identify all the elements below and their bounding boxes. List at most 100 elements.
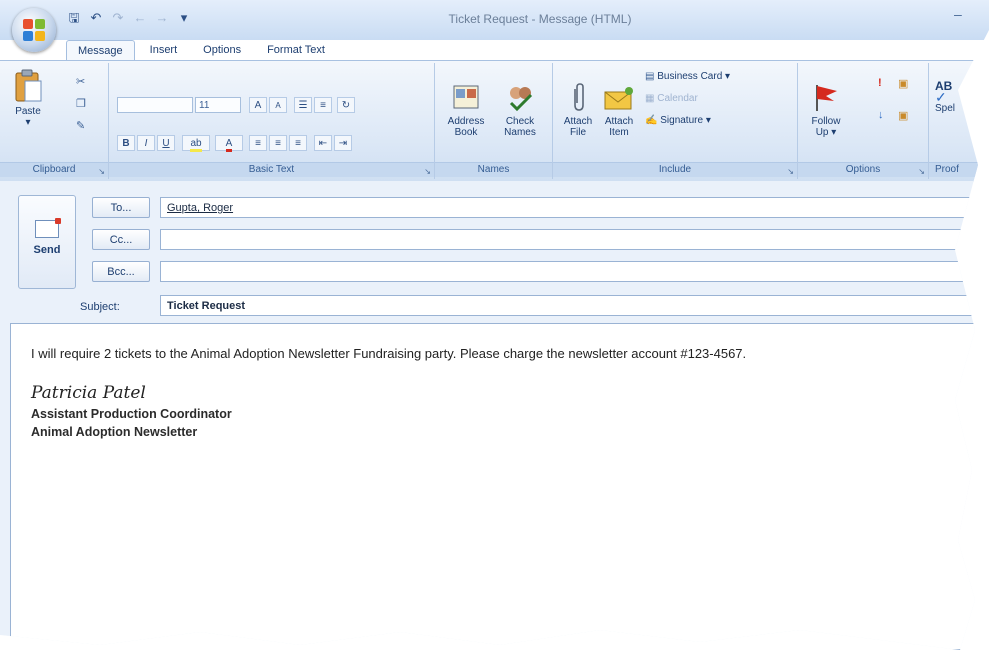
minimize-button[interactable]: – (954, 6, 962, 22)
font-name-combo[interactable] (117, 97, 193, 113)
check-names-label-2: Names (504, 127, 536, 138)
high-importance-icon[interactable]: ! (878, 77, 882, 89)
message-text: I will require 2 tickets to the Animal A… (31, 346, 747, 361)
office-button[interactable] (12, 8, 56, 52)
clipboard-group: Paste ▾ ✂ ❐ ✎ Clipboard ↘ (0, 63, 109, 179)
names-group: Address Book Check Names Names (435, 63, 553, 179)
to-button[interactable]: To... (92, 197, 150, 218)
address-book-icon (453, 85, 479, 109)
signature-organization: Animal Adoption Newsletter (31, 425, 198, 439)
grow-font-button[interactable]: A (249, 97, 267, 113)
save-icon[interactable]: 🖫 (66, 10, 82, 26)
signature-name: Patricia Patel (31, 383, 146, 403)
business-card-icon: ▤ (645, 71, 655, 82)
signature-label: Signature (660, 115, 704, 126)
message-body[interactable]: I will require 2 tickets to the Animal A… (10, 323, 989, 650)
attach-item-label-1: Attach (604, 116, 634, 127)
subject-field[interactable]: Ticket Request (160, 295, 989, 316)
follow-up-label-2: Up ▾ (815, 127, 837, 138)
quick-access-toolbar: 🖫 ↶ ↷ ← → ▾ (66, 9, 192, 27)
redo-icon[interactable]: ↷ (110, 10, 126, 26)
to-recipient[interactable]: Gupta, Roger (167, 202, 233, 214)
options-group-label: Options (798, 162, 928, 177)
next-icon[interactable]: → (154, 10, 170, 26)
previous-icon[interactable]: ← (132, 10, 148, 26)
signature-button[interactable]: ✍ Signature ▾ (645, 115, 711, 126)
paste-button[interactable]: Paste ▾ (8, 69, 48, 128)
flag-icon (816, 85, 837, 111)
include-launcher-icon[interactable]: ↘ (787, 167, 794, 176)
outlook-message-window: 🖫 ↶ ↷ ← → ▾ Ticket Request - Message (HT… (0, 0, 989, 650)
tab-message[interactable]: Message (66, 40, 135, 62)
ribbon: Paste ▾ ✂ ❐ ✎ Clipboard ↘ 11 A A ☰ ≡ ↻ B… (0, 60, 989, 182)
names-group-label: Names (435, 162, 552, 177)
paste-label: Paste (15, 106, 41, 117)
compose-area: Send To... Cc... Bcc... Gupta, Roger Sub… (0, 181, 989, 650)
options-launcher-icon[interactable]: ↘ (918, 167, 925, 176)
proofing-group-label: Proof (929, 162, 989, 177)
check-names-icon (509, 87, 533, 112)
bcc-button[interactable]: Bcc... (92, 261, 150, 282)
business-card-button[interactable]: ▤ Business Card ▾ (645, 71, 730, 82)
proofing-group: AB ✓ Spel Proof (929, 63, 989, 179)
undo-icon[interactable]: ↶ (88, 10, 104, 26)
tab-options[interactable]: Options (192, 40, 252, 60)
options-group: Follow Up ▾ ! ↓ ▣ ▣ Options ↘ (798, 63, 929, 179)
follow-up-label-1: Follow (811, 116, 841, 127)
include-group-label: Include (553, 162, 797, 177)
to-field[interactable]: Gupta, Roger (160, 197, 989, 218)
office-logo-icon (23, 19, 45, 41)
italic-button[interactable]: I (137, 135, 155, 151)
spelling-label: Spel (935, 103, 956, 114)
permission-icon[interactable]: ▣ (898, 77, 908, 90)
highlight-icon: ab (190, 138, 202, 152)
format-painter-icon[interactable]: ✎ (76, 119, 85, 132)
send-button[interactable]: Send (18, 195, 76, 289)
signature-title: Assistant Production Coordinator (31, 407, 232, 421)
ribbon-tabs: Message Insert Options Format Text (66, 40, 336, 62)
low-importance-icon[interactable]: ↓ (878, 109, 884, 121)
styles-button[interactable]: ↻ (337, 97, 355, 113)
attach-file-label-1: Attach (563, 116, 593, 127)
decrease-indent-button[interactable]: ⇤ (314, 135, 332, 151)
include-group: Attach File Attach Item ▤ Business Card … (553, 63, 798, 179)
attach-item-button[interactable]: Attach Item (599, 83, 639, 138)
bullets-button[interactable]: ☰ (294, 97, 312, 113)
bold-button[interactable]: B (117, 135, 135, 151)
spelling-button[interactable]: AB ✓ Spel (935, 80, 956, 114)
tab-insert[interactable]: Insert (139, 40, 189, 60)
highlight-button[interactable]: ab (182, 135, 210, 152)
tab-format-text[interactable]: Format Text (256, 40, 336, 60)
align-right-button[interactable]: ≡ (289, 135, 307, 151)
check-names-button[interactable]: Check Names (495, 83, 545, 138)
font-size-combo[interactable]: 11 (195, 97, 241, 113)
cc-field[interactable] (160, 229, 989, 250)
cc-button[interactable]: Cc... (92, 229, 150, 250)
copy-icon[interactable]: ❐ (76, 97, 86, 110)
align-center-button[interactable]: ≡ (269, 135, 287, 151)
paste-dropdown-icon: ▾ (25, 117, 31, 128)
increase-indent-button[interactable]: ⇥ (334, 135, 352, 151)
attach-file-button[interactable]: Attach File (559, 83, 597, 138)
numbering-button[interactable]: ≡ (314, 97, 332, 113)
signature-dropdown-icon: ▾ (705, 115, 711, 126)
basic-text-launcher-icon[interactable]: ↘ (424, 167, 431, 176)
font-size-value: 11 (199, 100, 210, 111)
attach-file-label-2: File (569, 127, 587, 138)
customize-icon[interactable]: ▾ (176, 10, 192, 26)
bcc-field[interactable] (160, 261, 989, 282)
signature-icon: ✍ (645, 115, 658, 126)
font-color-button[interactable]: A (215, 135, 243, 152)
underline-button[interactable]: U (157, 135, 175, 151)
message-options-icon[interactable]: ▣ (898, 109, 908, 122)
align-left-button[interactable]: ≡ (249, 135, 267, 151)
attach-item-label-2: Item (609, 127, 629, 138)
shrink-font-button[interactable]: A (269, 97, 287, 113)
subject-label: Subject: (80, 301, 120, 313)
title-bar: 🖫 ↶ ↷ ← → ▾ Ticket Request - Message (HT… (0, 0, 989, 40)
address-book-button[interactable]: Address Book (441, 83, 491, 138)
follow-up-button[interactable]: Follow Up ▾ (806, 83, 846, 138)
clipboard-launcher-icon[interactable]: ↘ (98, 167, 105, 176)
cut-icon[interactable]: ✂ (76, 75, 85, 88)
calendar-button[interactable]: ▦ Calendar (645, 93, 698, 104)
